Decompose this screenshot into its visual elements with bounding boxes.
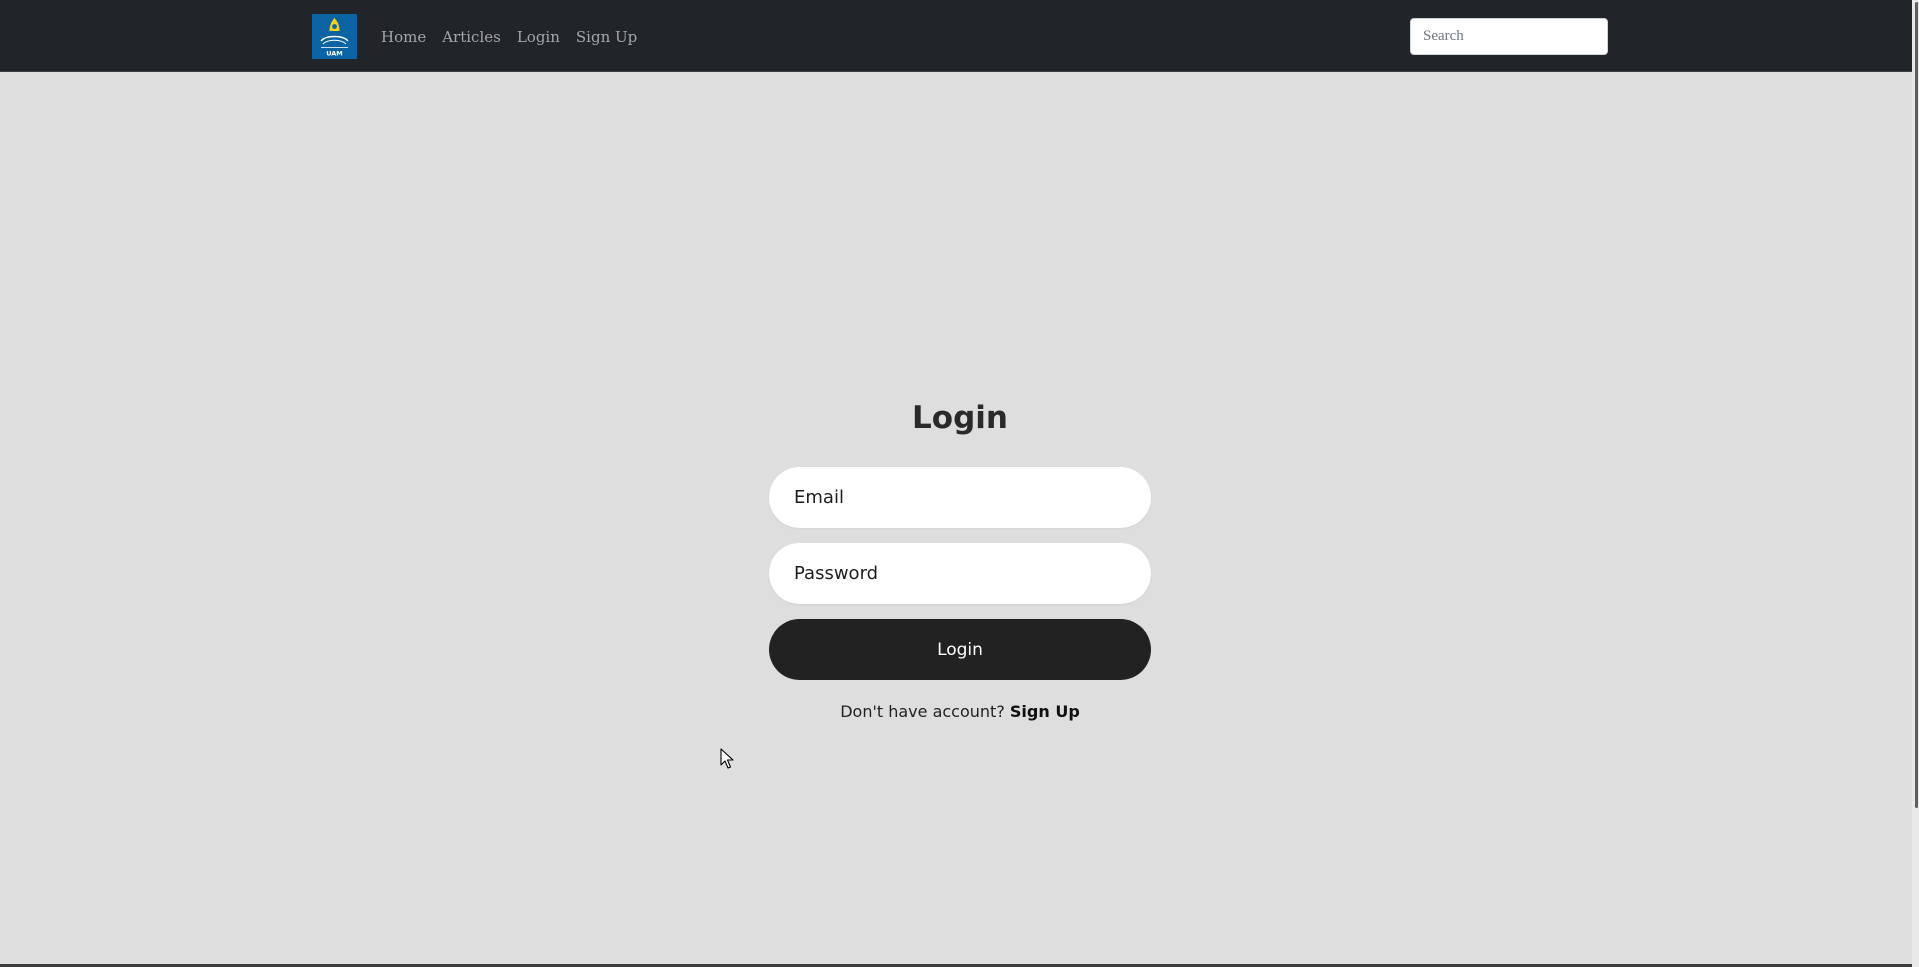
nav-item-home: Home <box>381 27 426 46</box>
brand-logo[interactable]: UAM <box>312 14 357 59</box>
nav-link-home[interactable]: Home <box>381 28 426 46</box>
mouse-pointer-icon <box>720 748 734 769</box>
nav-link-login[interactable]: Login <box>517 28 560 46</box>
signup-prompt-text: Don't have account? <box>840 702 1005 721</box>
svg-text:UAM: UAM <box>326 50 343 58</box>
nav-item-login: Login <box>517 27 560 46</box>
university-logo-icon: UAM <box>312 14 357 59</box>
nav-item-articles: Articles <box>442 27 501 46</box>
nav-link-articles[interactable]: Articles <box>442 28 501 46</box>
top-navbar: UAM Home Articles Login Sign Up <box>0 0 1919 72</box>
login-button[interactable]: Login <box>769 619 1151 680</box>
login-title: Login <box>912 400 1008 436</box>
signup-prompt-row: Don't have account? Sign Up <box>769 702 1151 721</box>
signup-link[interactable]: Sign Up <box>1010 702 1080 721</box>
search-input[interactable] <box>1410 18 1608 55</box>
nav-link-signup[interactable]: Sign Up <box>576 28 637 46</box>
nav-links: Home Articles Login Sign Up <box>381 0 637 72</box>
nav-item-signup: Sign Up <box>576 27 637 46</box>
password-field[interactable] <box>769 543 1151 604</box>
email-field[interactable] <box>769 467 1151 528</box>
vertical-scrollbar-thumb[interactable] <box>1915 2 1918 808</box>
login-form: Login Login Don't have account? Sign Up <box>769 390 1151 721</box>
